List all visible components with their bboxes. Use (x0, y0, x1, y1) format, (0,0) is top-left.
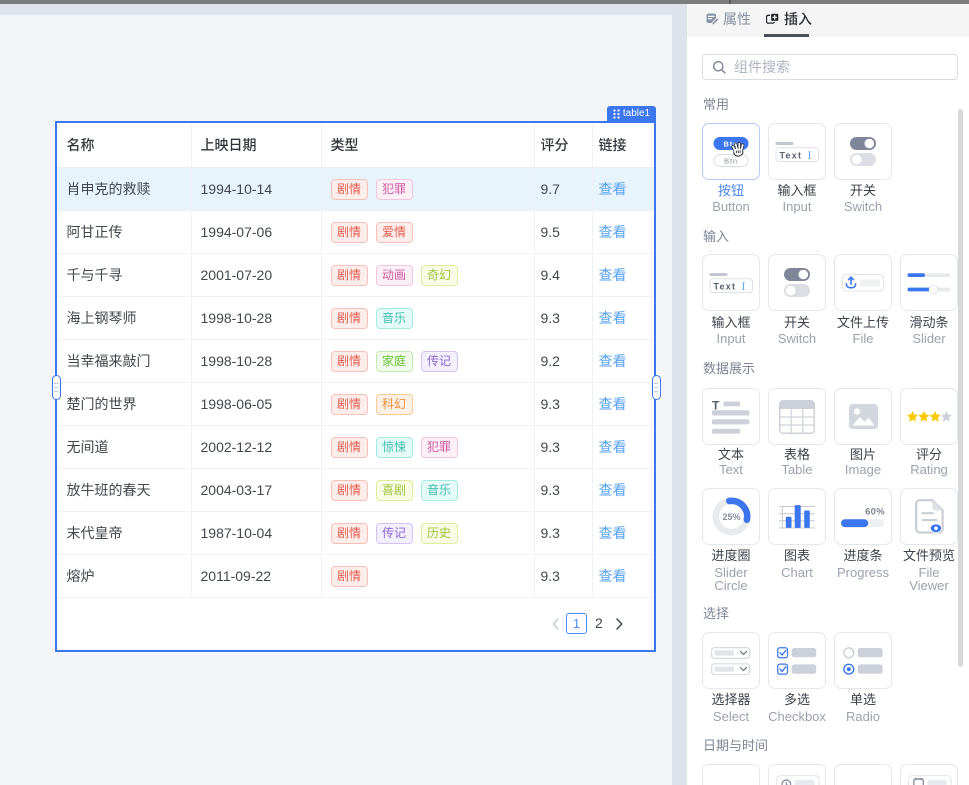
svg-text:25%: 25% (722, 512, 740, 522)
svg-text:I: I (742, 278, 746, 292)
svg-text:I: I (808, 147, 812, 161)
svg-text:Btn: Btn (724, 156, 738, 165)
svg-text:Text: Text (780, 150, 803, 160)
svg-text:60%: 60% (865, 506, 885, 517)
svg-text:Text: Text (714, 281, 737, 291)
